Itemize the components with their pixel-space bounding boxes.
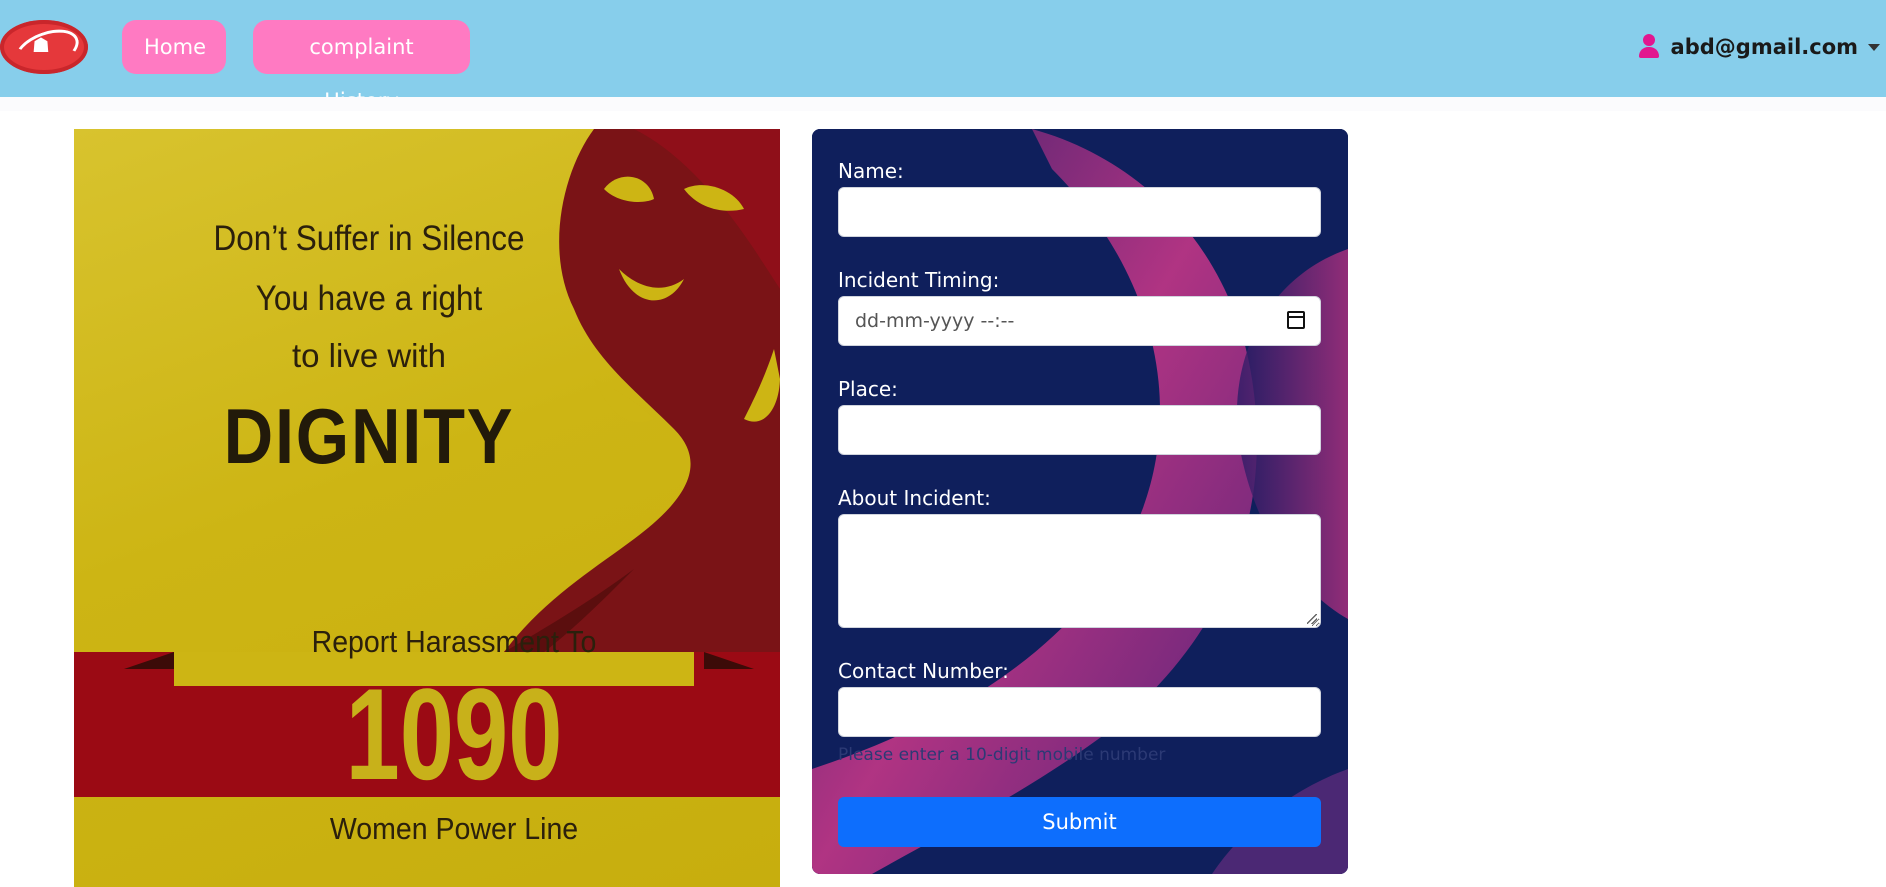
complaint-history-button[interactable]: complaint History [253,20,470,113]
poster-dignity: DIGNITY [223,392,515,480]
user-email: abd@gmail.com [1670,35,1858,59]
name-label: Name: [838,159,904,183]
top-navbar: ☗ Home complaint History abd@gmail.com [0,0,1886,113]
calendar-icon[interactable] [1287,311,1305,329]
user-icon [1637,34,1661,60]
navbar-shadow [0,97,1886,111]
home-button[interactable]: Home [122,20,226,74]
contact-number-label: Contact Number: [838,659,1009,683]
ribbon-fold-left [124,652,174,669]
complaint-form-card: Name: Incident Timing: Place: About Inci… [812,129,1348,874]
logo-figure-icon: ☗ [32,33,50,57]
place-input[interactable] [838,405,1321,455]
poster-headline: Don’t Suffer in Silence [213,219,525,258]
ribbon-fold-right [704,652,754,669]
resize-handle-icon[interactable] [1307,614,1317,624]
incident-timing-wrapper [838,296,1321,346]
poster-footer-text: Women Power Line [329,811,579,846]
about-incident-textarea[interactable] [838,514,1321,628]
chevron-down-icon [1868,43,1880,51]
poster-line-3: to live with [291,337,447,374]
awareness-poster: Don’t Suffer in Silence You have a right… [74,129,780,887]
about-incident-wrapper [838,514,1321,628]
poster-helpline-number: 1090 [345,661,563,807]
contact-number-input[interactable] [838,687,1321,737]
incident-timing-input[interactable] [838,296,1321,346]
name-input[interactable] [838,187,1321,237]
helping-hands-logo[interactable]: ☗ [0,20,88,79]
user-menu-dropdown[interactable]: abd@gmail.com [1637,28,1886,66]
poster-report-text: Report Harassment To [311,624,597,659]
poster-line-2: You have a right [255,279,483,318]
place-label: Place: [838,377,898,401]
submit-button[interactable]: Submit [838,797,1321,847]
incident-timing-label: Incident Timing: [838,268,1000,292]
about-incident-label: About Incident: [838,486,991,510]
contact-hint-text: Please enter a 10-digit mobile number [838,745,1166,765]
